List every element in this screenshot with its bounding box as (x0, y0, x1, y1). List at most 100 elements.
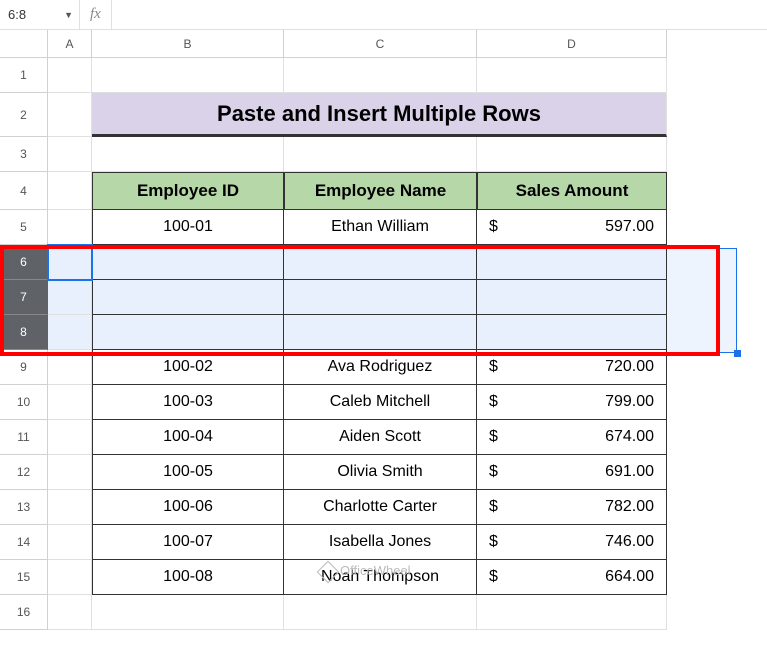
cell-A16[interactable] (48, 595, 92, 630)
cell-A3[interactable] (48, 137, 92, 172)
row-6: 6 (0, 245, 767, 280)
cell-A14[interactable] (48, 525, 92, 560)
row-header-10[interactable]: 10 (0, 385, 48, 420)
select-all-corner[interactable] (0, 30, 48, 58)
cell-D9[interactable]: $720.00 (477, 350, 667, 385)
cell-B6[interactable] (92, 245, 284, 280)
cell-B9[interactable]: 100-02 (92, 350, 284, 385)
cell-D8[interactable] (477, 315, 667, 350)
row-header-14[interactable]: 14 (0, 525, 48, 560)
cell-B8[interactable] (92, 315, 284, 350)
cell-C16[interactable] (284, 595, 477, 630)
formula-input[interactable] (111, 0, 767, 29)
spreadsheet-grid: A B C D 1 2 Paste and Insert Multiple Ro… (0, 30, 767, 630)
cell-B14[interactable]: 100-07 (92, 525, 284, 560)
title-cell[interactable]: Paste and Insert Multiple Rows (92, 93, 667, 137)
cell-B1[interactable] (92, 58, 284, 93)
cell-C11[interactable]: Aiden Scott (284, 420, 477, 455)
rows-container: 1 2 Paste and Insert Multiple Rows 3 4 E… (0, 58, 767, 630)
cell-C5[interactable]: Ethan William (284, 210, 477, 245)
cell-A4[interactable] (48, 172, 92, 210)
column-headers-row: A B C D (0, 30, 767, 58)
row-9: 9 100-02 Ava Rodriguez $720.00 (0, 350, 767, 385)
cell-B12[interactable]: 100-05 (92, 455, 284, 490)
header-emp-name[interactable]: Employee Name (284, 172, 477, 210)
cell-B7[interactable] (92, 280, 284, 315)
cell-A9[interactable] (48, 350, 92, 385)
row-header-8[interactable]: 8 (0, 315, 48, 350)
cell-D3[interactable] (477, 137, 667, 172)
cell-C9[interactable]: Ava Rodriguez (284, 350, 477, 385)
row-header-5[interactable]: 5 (0, 210, 48, 245)
row-header-13[interactable]: 13 (0, 490, 48, 525)
col-header-D[interactable]: D (477, 30, 667, 58)
col-header-C[interactable]: C (284, 30, 477, 58)
cell-A15[interactable] (48, 560, 92, 595)
row-header-6[interactable]: 6 (0, 245, 48, 280)
row-header-4[interactable]: 4 (0, 172, 48, 210)
cell-C12[interactable]: Olivia Smith (284, 455, 477, 490)
cell-A13[interactable] (48, 490, 92, 525)
cell-A2[interactable] (48, 93, 92, 137)
cell-D6[interactable] (477, 245, 667, 280)
cell-D12[interactable]: $691.00 (477, 455, 667, 490)
cell-D14[interactable]: $746.00 (477, 525, 667, 560)
cell-D5[interactable]: $597.00 (477, 210, 667, 245)
name-box[interactable]: 6:8 ▼ (0, 0, 80, 29)
dropdown-icon[interactable]: ▼ (64, 10, 73, 20)
row-15: 15 100-08 Noah Thompson $664.00 (0, 560, 767, 595)
currency-symbol: $ (489, 218, 498, 236)
row-header-3[interactable]: 3 (0, 137, 48, 172)
row-header-9[interactable]: 9 (0, 350, 48, 385)
row-header-16[interactable]: 16 (0, 595, 48, 630)
col-header-A[interactable]: A (48, 30, 92, 58)
cell-C14[interactable]: Isabella Jones (284, 525, 477, 560)
row-5: 5 100-01 Ethan William $597.00 (0, 210, 767, 245)
header-sales[interactable]: Sales Amount (477, 172, 667, 210)
cell-B15[interactable]: 100-08 (92, 560, 284, 595)
cell-C1[interactable] (284, 58, 477, 93)
cell-A1[interactable] (48, 58, 92, 93)
cell-D11[interactable]: $674.00 (477, 420, 667, 455)
cell-B11[interactable]: 100-04 (92, 420, 284, 455)
cell-D1[interactable] (477, 58, 667, 93)
selection-handle[interactable] (734, 350, 741, 357)
cell-C3[interactable] (284, 137, 477, 172)
row-header-15[interactable]: 15 (0, 560, 48, 595)
row-header-11[interactable]: 11 (0, 420, 48, 455)
cell-B13[interactable]: 100-06 (92, 490, 284, 525)
row-header-7[interactable]: 7 (0, 280, 48, 315)
row-4: 4 Employee ID Employee Name Sales Amount (0, 172, 767, 210)
cell-D16[interactable] (477, 595, 667, 630)
row-header-12[interactable]: 12 (0, 455, 48, 490)
cell-D13[interactable]: $782.00 (477, 490, 667, 525)
cell-A11[interactable] (48, 420, 92, 455)
row-16: 16 (0, 595, 767, 630)
cell-C6[interactable] (284, 245, 477, 280)
title-text: Paste and Insert Multiple Rows (217, 101, 541, 127)
cell-B3[interactable] (92, 137, 284, 172)
cell-D15[interactable]: $664.00 (477, 560, 667, 595)
cell-D7[interactable] (477, 280, 667, 315)
row-header-1[interactable]: 1 (0, 58, 48, 93)
cell-A6[interactable] (48, 245, 92, 280)
header-emp-id[interactable]: Employee ID (92, 172, 284, 210)
cell-C8[interactable] (284, 315, 477, 350)
cell-C10[interactable]: Caleb Mitchell (284, 385, 477, 420)
cell-B5[interactable]: 100-01 (92, 210, 284, 245)
name-box-value: 6:8 (8, 7, 26, 22)
cell-A5[interactable] (48, 210, 92, 245)
col-header-B[interactable]: B (92, 30, 284, 58)
cell-D10[interactable]: $799.00 (477, 385, 667, 420)
row-header-2[interactable]: 2 (0, 93, 48, 137)
cell-A7[interactable] (48, 280, 92, 315)
cell-C15[interactable]: Noah Thompson (284, 560, 477, 595)
cell-A12[interactable] (48, 455, 92, 490)
formula-bar-container: 6:8 ▼ fx (0, 0, 767, 30)
cell-C7[interactable] (284, 280, 477, 315)
cell-B10[interactable]: 100-03 (92, 385, 284, 420)
cell-B16[interactable] (92, 595, 284, 630)
cell-C13[interactable]: Charlotte Carter (284, 490, 477, 525)
cell-A8[interactable] (48, 315, 92, 350)
cell-A10[interactable] (48, 385, 92, 420)
